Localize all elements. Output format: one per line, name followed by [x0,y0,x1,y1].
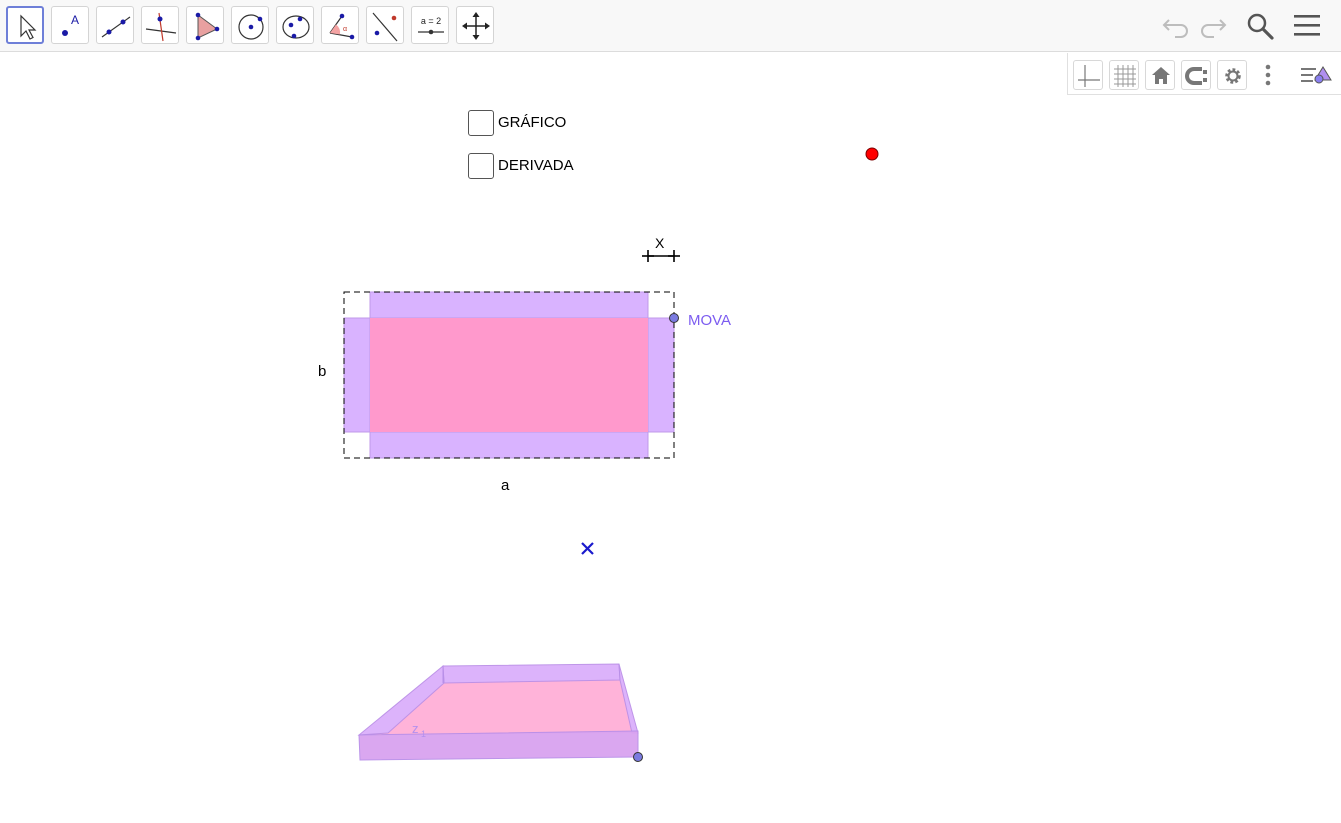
box-front-wall [358,730,639,761]
mova-point[interactable] [669,313,679,323]
net-left-flap [343,317,371,433]
z-label: z [412,721,419,736]
box-net [343,291,675,459]
red-point[interactable] [865,147,879,161]
z-subscript: 1 [421,729,426,739]
a-label: a [501,477,510,494]
net-right-flap [647,317,675,433]
graphics-view[interactable]: X MOVA b a z 1 [0,0,1341,823]
net-top-flap [369,291,649,319]
b-label: b [318,363,326,380]
net-base [370,318,648,432]
box-corner-point[interactable] [633,752,643,762]
open-box-3d [357,663,639,761]
blue-cross-point[interactable] [581,542,594,555]
mova-label: MOVA [688,312,731,329]
box-back-wall [442,663,621,684]
net-bottom-flap [369,431,649,459]
x-segment [642,250,680,262]
x-label: X [655,235,665,251]
